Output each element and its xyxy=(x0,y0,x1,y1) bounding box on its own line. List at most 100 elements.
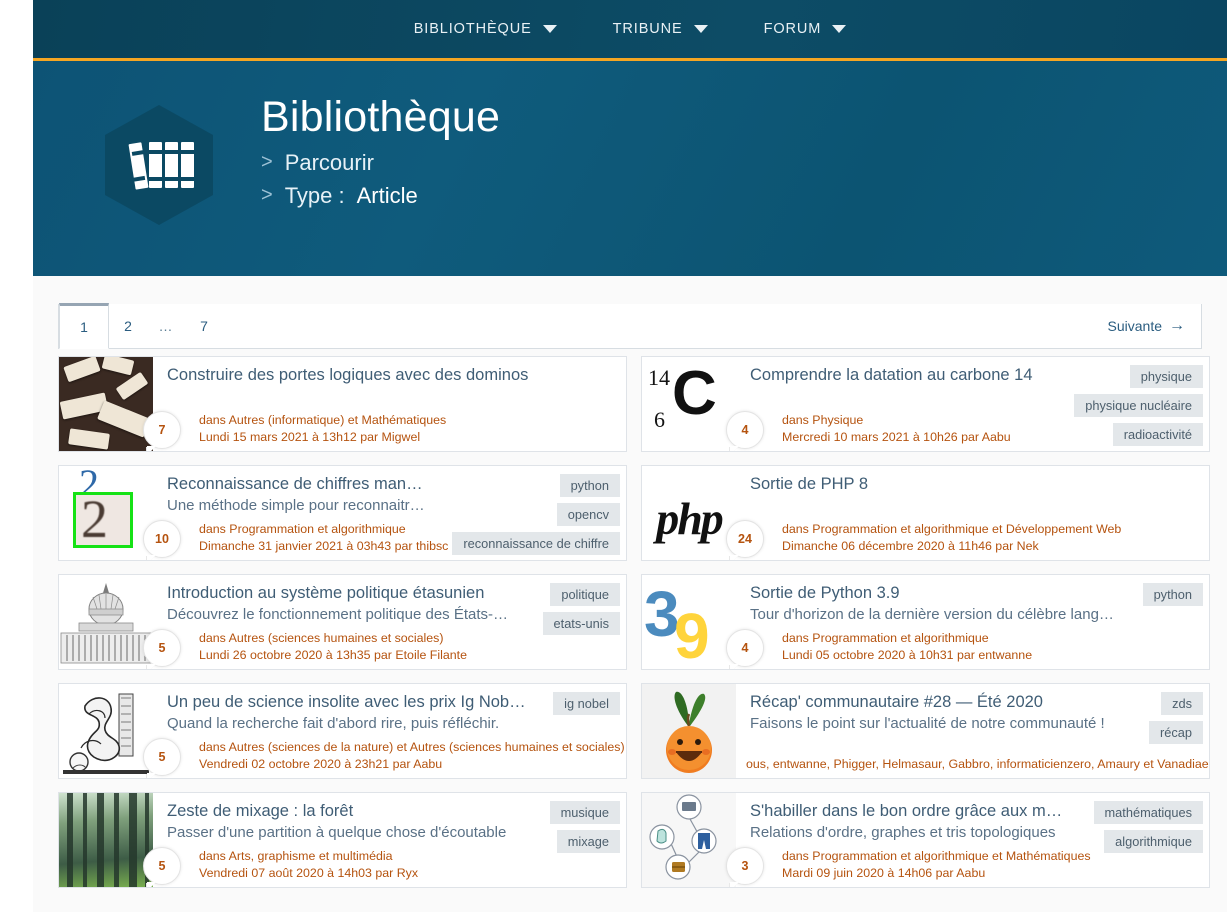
main-content: 1 2 … 7 Suivante → Construire des portes… xyxy=(33,276,1227,912)
article-tag[interactable]: radioactivité xyxy=(1112,423,1203,446)
chevron-right-icon: > xyxy=(261,151,273,174)
article-category: dans Programmation et algorithmique et D… xyxy=(782,521,1122,536)
article-card[interactable]: S'habiller dans le bon ordre grâce aux m… xyxy=(641,792,1210,888)
comment-count-badge: 5 xyxy=(143,847,181,885)
comment-count-badge: 10 xyxy=(143,520,181,558)
pagination-ellipsis: … xyxy=(158,318,174,334)
article-subtitle: Faisons le point sur l'actualité de notr… xyxy=(750,715,1105,733)
article-date-author: Mardi 09 juin 2020 à 14h06 par Aabu xyxy=(782,865,986,880)
article-category: dans Programmation et algorithmique et M… xyxy=(782,848,1091,863)
article-tag[interactable]: ig nobel xyxy=(553,692,620,715)
article-tag[interactable]: python xyxy=(559,474,620,497)
nav-item-label: BIBLIOTHÈQUE xyxy=(413,21,532,37)
library-books-hexagon-icon xyxy=(103,103,215,227)
article-tag[interactable]: zds xyxy=(1161,692,1203,715)
article-title[interactable]: Sortie de PHP 8 xyxy=(750,473,1209,495)
article-tag[interactable]: python xyxy=(1142,583,1203,606)
article-tag[interactable]: récap xyxy=(1148,721,1203,744)
article-meta: dans Autres (sciences humaines et social… xyxy=(199,630,467,664)
pagination-next-button[interactable]: Suivante → xyxy=(1107,318,1185,335)
pagination-next-label: Suivante xyxy=(1107,318,1162,334)
article-date-author: Lundi 05 octobre 2020 à 10h31 par entwan… xyxy=(782,647,1033,662)
dominoes-photo-thumbnail xyxy=(59,357,153,451)
chevron-right-icon: > xyxy=(261,184,273,207)
article-card-body: Sortie de PHP 8 dans Programmation et alg… xyxy=(726,466,1209,560)
carbon-14-icon: 14 6 C xyxy=(642,357,736,451)
article-tag[interactable]: musique xyxy=(549,801,620,824)
python-39-logo-thumbnail: 39 xyxy=(642,575,736,669)
comment-count-badge: 5 xyxy=(143,629,181,667)
article-card-body: Construire des portes logiques avec des … xyxy=(143,357,626,451)
nav-item-label: TRIBUNE xyxy=(612,21,683,37)
comment-count-badge: 4 xyxy=(726,629,764,667)
article-meta: dans Physique Mercredi 10 mars 2021 à 10h… xyxy=(782,412,1011,446)
comment-count-badge: 7 xyxy=(143,411,181,449)
nav-item-tribune[interactable]: TRIBUNE xyxy=(613,21,708,37)
article-card[interactable]: Zeste de mixage : la forêt Passer d'une p… xyxy=(58,792,627,888)
article-title[interactable]: Construire des portes logiques avec des … xyxy=(167,364,626,386)
article-meta: dans Programmation et algorithmique et D… xyxy=(782,521,1121,555)
pagination: 1 2 … 7 Suivante → xyxy=(58,302,1202,349)
article-date-author: Dimanche 31 janvier 2021 à 03h43 par thi… xyxy=(199,538,449,553)
nav-item-bibliothque[interactable]: BIBLIOTHÈQUE xyxy=(414,21,557,37)
article-title[interactable]: Sortie de Python 3.9 xyxy=(750,582,1209,604)
article-card[interactable]: Récap' communautaire #28 — Été 2020 Faiso… xyxy=(641,683,1210,779)
nav-item-label: FORUM xyxy=(763,21,822,37)
article-tag[interactable]: reconnaissance de chiffre xyxy=(452,532,620,555)
article-card[interactable]: 3 9 Sortie de Python 3.9 Tour d'horizon de … xyxy=(641,574,1210,670)
article-subtitle: Quand la recherche fait d'abord rire, pu… xyxy=(167,715,500,733)
comment-count-badge: 4 xyxy=(726,411,764,449)
article-card[interactable]: Construire des portes logiques avec des … xyxy=(58,356,627,452)
article-card[interactable]: Un peu de science insolite avec les prix… xyxy=(58,683,627,779)
article-card[interactable]: php Sortie de PHP 8 dans Programmation et … xyxy=(641,465,1210,561)
clothing-order-graph-thumbnail xyxy=(642,793,736,887)
article-card-grid: Construire des portes logiques avec des … xyxy=(58,356,1210,901)
article-meta: dans Programmation et algorithmique Lundi… xyxy=(782,630,1032,664)
article-card[interactable]: 14 6 C Comprendre la datation au carbone 14… xyxy=(641,356,1210,452)
article-tag[interactable]: algorithmique xyxy=(1104,830,1203,853)
ig-nobel-engraving-thumbnail xyxy=(59,684,153,778)
article-card[interactable]: Introduction au système politique étasun… xyxy=(58,574,627,670)
article-tag[interactable]: etats-unis xyxy=(542,612,620,635)
article-tag[interactable]: physique nucléaire xyxy=(1074,394,1203,417)
pagination-page-2[interactable]: 2 xyxy=(109,304,147,348)
article-card-body: Sortie de Python 3.9 Tour d'horizon de la… xyxy=(726,575,1209,669)
article-category: dans Autres (sciences humaines et social… xyxy=(199,630,444,645)
article-category: dans Programmation et algorithmique xyxy=(782,630,989,645)
article-title[interactable]: Reconnaissance de chiffres man… xyxy=(167,473,626,495)
article-card-body: Un peu de science insolite avec les prix… xyxy=(143,684,626,778)
us-capitol-engraving-thumbnail xyxy=(59,575,153,669)
page-root: BIBLIOTHÈQUE TRIBUNE FORUM Bibliothèque … xyxy=(0,0,1227,912)
clementine-mascot-thumbnail xyxy=(642,684,736,778)
article-meta: dans Autres (informatique) et Mathématiq… xyxy=(199,412,446,446)
breadcrumb-parcourir[interactable]: > Parcourir xyxy=(261,150,500,176)
article-title[interactable]: Récap' communautaire #28 — Été 2020 xyxy=(750,691,1209,713)
handwritten-digit-image-thumbnail: 22 xyxy=(59,466,153,560)
article-tag[interactable]: physique xyxy=(1129,365,1203,388)
article-subtitle: Tour d'horizon de la dernière version du… xyxy=(750,606,1114,624)
article-meta: dans Arts, graphisme et multimédia Vendre… xyxy=(199,848,418,882)
breadcrumb-label: Type : xyxy=(284,182,345,208)
article-meta: dans Autres (sciences de la nature) et A… xyxy=(199,739,625,773)
pagination-page-1-active[interactable]: 1 xyxy=(59,302,109,349)
pagination-page-7[interactable]: 7 xyxy=(185,304,223,348)
comment-count-badge: 5 xyxy=(143,738,181,776)
comment-count-badge: 24 xyxy=(726,520,764,558)
article-category: dans Programmation et algorithmique xyxy=(199,521,406,536)
comment-count-badge: 3 xyxy=(726,847,764,885)
header-text-block: Bibliothèque > Parcourir > Type : Articl… xyxy=(261,93,500,209)
article-tag[interactable]: politique xyxy=(550,583,620,606)
breadcrumb-type[interactable]: > Type : Article xyxy=(261,183,500,209)
article-category: dans Physique xyxy=(782,412,864,427)
page-header: Bibliothèque > Parcourir > Type : Articl… xyxy=(33,61,1227,276)
article-category: dans Autres (informatique) et Mathématiq… xyxy=(199,412,447,427)
nav-item-forum[interactable]: FORUM xyxy=(764,21,847,37)
article-tag[interactable]: mixage xyxy=(556,830,620,853)
article-tag[interactable]: opencv xyxy=(556,503,620,526)
article-date-author: Vendredi 07 août 2020 à 14h03 par Ryx xyxy=(199,865,419,880)
article-card-body: Récap' communautaire #28 — Été 2020 Faiso… xyxy=(736,684,1209,778)
article-tag[interactable]: mathématiques xyxy=(1093,801,1203,824)
php-logo-thumbnail: php xyxy=(642,466,736,560)
article-card[interactable]: 2 2 Reconnaissance de chiffres man… Une mét… xyxy=(58,465,627,561)
article-meta: dans Programmation et algorithmique et M… xyxy=(782,848,1091,882)
